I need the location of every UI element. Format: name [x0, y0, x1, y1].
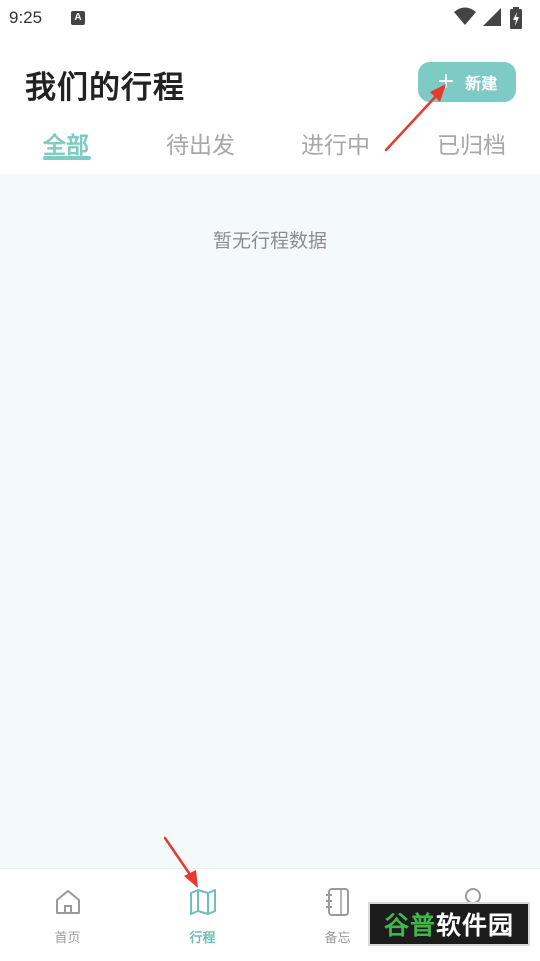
wifi-icon [454, 7, 476, 25]
watermark-part2: 软件园 [436, 911, 515, 940]
tab-in-progress[interactable]: 进行中 [301, 126, 370, 160]
new-button-label: 新建 [465, 74, 498, 93]
status-bar: 9:25 A [0, 0, 540, 36]
notebook-icon [325, 888, 349, 916]
home-icon [55, 890, 80, 914]
plus-icon: + [436, 68, 456, 94]
map-icon [189, 889, 216, 915]
trip-list-area: 暂无行程数据 [0, 174, 540, 868]
tab-upcoming[interactable]: 待出发 [166, 126, 235, 160]
watermark-part1: 谷普 [383, 911, 436, 940]
battery-icon [510, 7, 522, 29]
tab-all[interactable]: 全部 [43, 126, 89, 160]
nav-label-home: 首页 [54, 931, 81, 946]
nav-item-trips[interactable]: 行程 [135, 869, 270, 961]
tab-archived[interactable]: 已归档 [437, 126, 506, 160]
nav-label-trips: 行程 [189, 931, 216, 946]
page-title: 我们的行程 [25, 70, 185, 106]
active-tab-indicator [43, 156, 91, 160]
empty-state-message: 暂无行程数据 [212, 230, 327, 252]
status-time: 9:25 [9, 8, 43, 27]
notification-a-icon: A [71, 11, 85, 25]
signal-icon [483, 8, 501, 26]
watermark-logo: 谷普 软件园 [368, 902, 530, 946]
tab-bar: 全部 待出发 进行中 已归档 [0, 118, 540, 172]
new-trip-button[interactable]: + 新建 [418, 62, 516, 102]
nav-item-home[interactable]: 首页 [0, 869, 135, 961]
